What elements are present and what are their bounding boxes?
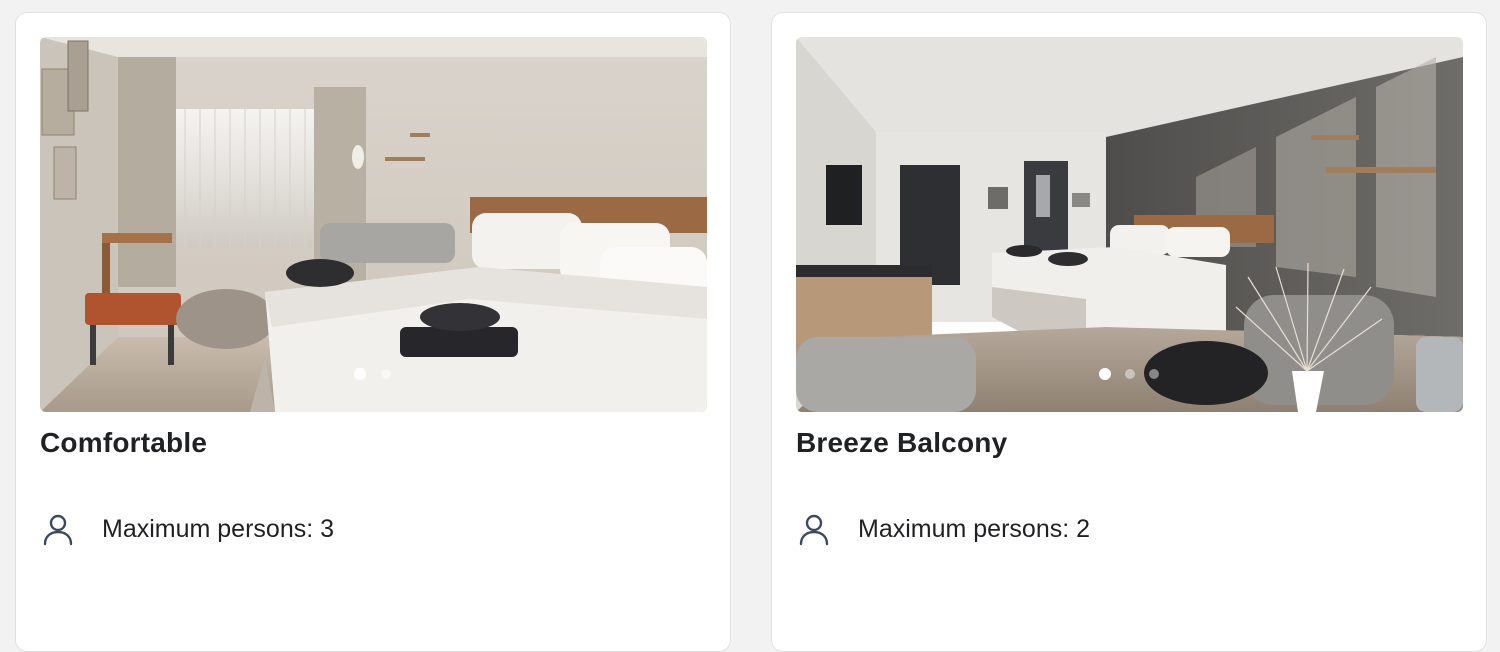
room-card[interactable]: Comfortable Maximum persons: 3 [15,12,731,652]
capacity-row: Maximum persons: 3 [40,509,334,549]
carousel-dot-2[interactable] [381,369,391,379]
room-photo [40,37,707,412]
room-title[interactable]: Comfortable [40,425,207,461]
capacity-text: Maximum persons: 2 [858,514,1091,543]
carousel-dot-3[interactable] [1149,369,1159,379]
capacity-row: Maximum persons: 2 [796,509,1090,549]
carousel-dot-2[interactable] [1125,369,1135,379]
room-card[interactable]: Breeze Balcony Maximum persons: 2 [771,12,1487,652]
room-photo [796,37,1463,412]
carousel-dot-1[interactable] [354,368,366,380]
carousel-dots [40,368,707,381]
capacity-text: Maximum persons: 3 [102,514,335,543]
room-image-carousel[interactable] [40,37,707,412]
carousel-dot-1[interactable] [1099,368,1111,380]
room-image-carousel[interactable] [796,37,1463,412]
person-icon [43,514,73,546]
person-icon [799,514,829,546]
room-title[interactable]: Breeze Balcony [796,425,1007,461]
carousel-dots [796,368,1463,381]
